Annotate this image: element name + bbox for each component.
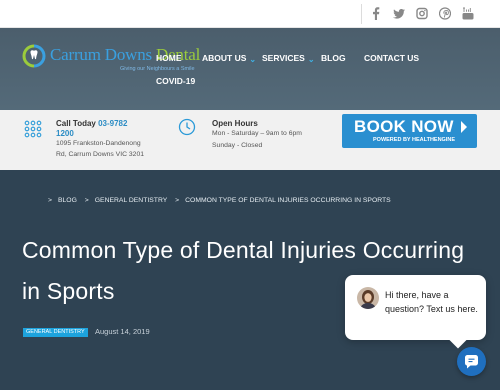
dots-grid-icon: [24, 120, 42, 138]
open-hours-title: Open Hours: [212, 119, 258, 128]
youtube-icon[interactable]: [462, 7, 474, 20]
nav-covid[interactable]: COVID-19: [156, 76, 195, 86]
book-now-button[interactable]: BOOK NOW POWERED BY HEALTHENGINE: [342, 114, 477, 148]
address-line-2: Rd, Carrum Downs VIC 3201: [56, 151, 145, 158]
breadcrumb-general-dentistry[interactable]: GENERAL DENTISTRY: [95, 197, 168, 204]
nav-services[interactable]: SERVICES ⌄: [262, 53, 315, 64]
divider: [361, 4, 362, 24]
pinterest-icon[interactable]: [439, 7, 451, 20]
nav-blog[interactable]: BLOG: [321, 53, 346, 63]
category-badge[interactable]: GENERAL DENTISTRY: [23, 328, 88, 337]
nav-about-us[interactable]: ABOUT US ⌄: [202, 53, 257, 64]
chat-launcher-button[interactable]: [457, 347, 486, 376]
breadcrumb-separator: >: [48, 197, 52, 204]
chat-popup[interactable]: Hi there, have a question? Text us here.: [345, 275, 486, 340]
breadcrumb-current: COMMON TYPE OF DENTAL INJURIES OCCURRING…: [185, 197, 391, 204]
chevron-down-icon: ⌄: [249, 55, 257, 64]
chat-message: Hi there, have a question? Text us here.: [385, 290, 478, 314]
breadcrumb-separator: >: [84, 197, 89, 204]
call-today-label: Call Today 03-9782: [56, 119, 128, 128]
social-links: [370, 7, 474, 20]
site-header: Carrum Downs Dental Giving our Neighbour…: [0, 28, 500, 110]
chat-icon: [465, 355, 478, 369]
breadcrumb: > BLOG > GENERAL DENTISTRY > COMMON TYPE OF…: [48, 197, 397, 204]
avatar: [357, 287, 379, 309]
breadcrumb-blog[interactable]: BLOG: [58, 197, 77, 204]
tooth-logo-icon: [22, 44, 46, 68]
post-date: August 14, 2019: [95, 327, 150, 336]
nav-home[interactable]: HOME: [156, 53, 182, 63]
chevron-down-icon: ⌄: [307, 55, 315, 64]
powered-by-label: POWERED BY HEALTHENGINE: [373, 137, 455, 143]
address-line-1: 1095 Frankston-Dandenong: [56, 140, 141, 147]
nav-contact-us[interactable]: CONTACT US: [364, 53, 419, 63]
breadcrumb-separator: >: [175, 197, 180, 204]
clock-icon: [178, 118, 196, 136]
phone-link-continued[interactable]: 1200: [56, 129, 74, 138]
instagram-icon[interactable]: [416, 7, 428, 20]
phone-link[interactable]: 03-9782: [98, 119, 127, 128]
book-now-label: BOOK NOW: [354, 117, 454, 136]
hours-sunday: Sunday - Closed: [212, 142, 263, 149]
facebook-icon[interactable]: [370, 7, 382, 20]
twitter-icon[interactable]: [393, 7, 405, 20]
hours-weekdays: Mon - Saturday – 9am to 6pm: [212, 130, 302, 137]
social-bar: [0, 0, 500, 28]
arrow-right-icon: [461, 121, 467, 133]
logo-tagline: Giving our Neighbours a Smile: [120, 66, 195, 72]
